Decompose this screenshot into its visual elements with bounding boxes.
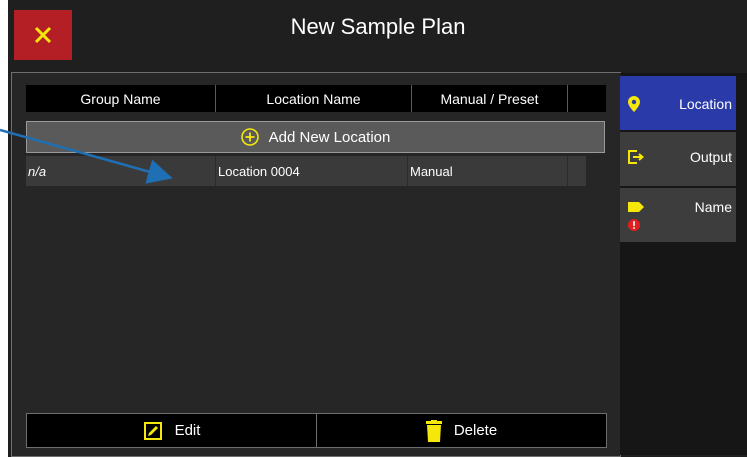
cell-location-name: Location 0004 (216, 156, 408, 186)
sidebar-item-location[interactable]: Location (620, 76, 736, 130)
column-header-location-name: Location Name (216, 85, 412, 112)
cell-manual-preset: Manual (408, 156, 568, 186)
edit-icon (143, 421, 162, 440)
edit-button[interactable]: Edit (27, 414, 317, 447)
column-header-group-name: Group Name (26, 85, 216, 112)
sidebar: Location Output Name (620, 73, 747, 455)
sidebar-item-label: Output (689, 149, 732, 165)
export-icon (628, 150, 644, 164)
trash-icon (425, 419, 442, 442)
close-x-icon (34, 26, 52, 44)
table-header: Group Name Location Name Manual / Preset (26, 85, 606, 112)
delete-button[interactable]: Delete (317, 414, 606, 447)
close-button[interactable] (14, 10, 72, 60)
map-pin-icon (628, 96, 640, 112)
column-header-spacer (568, 85, 606, 112)
add-new-location-label: Add New Location (268, 128, 391, 146)
warning-icon (628, 219, 640, 231)
column-header-manual-preset: Manual / Preset (412, 85, 568, 112)
sidebar-item-label: Name (694, 199, 732, 215)
sidebar-item-name[interactable]: Name (620, 188, 736, 242)
edit-label: Edit (174, 422, 201, 439)
cell-group-name: n/a (26, 156, 216, 186)
locations-panel: Group Name Location Name Manual / Preset… (11, 72, 621, 457)
tag-icon (628, 202, 644, 212)
sidebar-item-label: Location (679, 96, 732, 112)
table-row[interactable]: n/a Location 0004 Manual (26, 156, 586, 186)
action-bar: Edit Delete (26, 413, 607, 448)
sidebar-item-output[interactable]: Output (620, 132, 736, 186)
add-circle-icon (240, 128, 259, 146)
delete-label: Delete (453, 422, 498, 439)
app-window: New Sample Plan Group Name Location Name… (8, 0, 747, 457)
window-title: New Sample Plan (290, 14, 466, 39)
add-new-location-button[interactable]: Add New Location (26, 121, 605, 153)
